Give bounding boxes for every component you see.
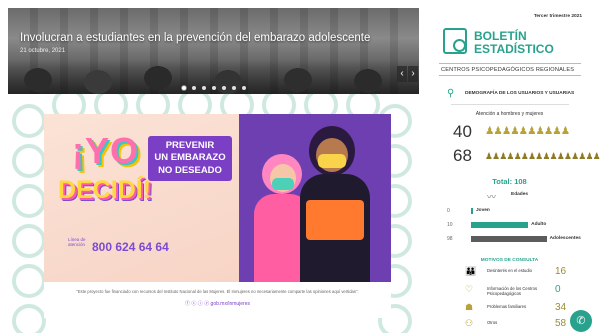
slider-dot[interactable] xyxy=(221,86,226,90)
age-bar-label: Adolescentes xyxy=(549,236,581,241)
age-bar-value: 98 xyxy=(447,236,453,242)
stats-sidebar: Tercer trimestre 2021 BOLETÍN ESTADÍSTIC… xyxy=(427,8,600,332)
age-bar xyxy=(471,208,473,214)
divider xyxy=(439,63,581,64)
age-bar-label: Adulto xyxy=(531,222,547,227)
slider-dot[interactable] xyxy=(241,86,246,90)
total-users: Total: 108 xyxy=(492,177,527,186)
bulletin-title: BOLETÍN ESTADÍSTICO xyxy=(474,30,554,55)
divider xyxy=(439,75,581,76)
men-count: 40 xyxy=(453,122,472,141)
motivo-value: 34 xyxy=(555,302,567,313)
age-bar xyxy=(471,222,529,228)
age-bar-value: 0 xyxy=(447,208,450,214)
prevenir-line-2: UN EMBARAZO xyxy=(154,152,226,164)
slider-dot[interactable] xyxy=(201,86,206,90)
motivo-row: ♡ Información de los Centros Psicopedagóg… xyxy=(427,284,592,298)
pattern-swirl xyxy=(12,104,46,138)
attention-label: Atención a hombres y mujeres xyxy=(475,111,544,117)
chat-widget-icon[interactable]: ✆ xyxy=(570,310,592,332)
motivo-row: ☗ Problemas familiares 34 xyxy=(427,302,592,316)
poster-line-label: Línea de atención xyxy=(68,237,86,247)
family-icon: ☗ xyxy=(465,302,474,312)
news-slider[interactable]: Involucran a estudiantes en la prevenció… xyxy=(8,8,419,94)
age-bar xyxy=(471,236,547,242)
slider-dot[interactable] xyxy=(191,86,196,90)
magnifier-document-icon xyxy=(443,28,467,54)
demographics-label: DEMOGRAFÍA DE LOS USUARIOS Y USUARIAS xyxy=(465,91,575,96)
ages-label: Edades xyxy=(511,192,529,197)
motivo-value: 0 xyxy=(555,284,561,295)
pattern-swirl xyxy=(12,184,46,218)
slider-dot[interactable] xyxy=(211,86,216,90)
chevron-left-icon[interactable]: ‹ xyxy=(397,66,407,82)
pattern-swirl xyxy=(12,144,46,178)
motivo-row: 👪 Desinterés en el estudio 16 xyxy=(427,266,592,280)
poster-prevenir-badge: PREVENIR UN EMBARAZO NO DESEADO xyxy=(148,136,232,182)
slider-dot[interactable] xyxy=(181,86,186,90)
motivo-value: 58 xyxy=(555,318,567,329)
girl-pink-mask xyxy=(272,178,294,190)
group-icon: 👪 xyxy=(465,266,477,276)
age-bar-row: 98 Adolescentes xyxy=(427,236,592,244)
age-bar-label: Joven xyxy=(476,208,490,213)
prevenir-line-3: NO DESEADO xyxy=(158,164,222,176)
bulletin-title-line-2: ESTADÍSTICO xyxy=(474,41,554,56)
pattern-swirl xyxy=(12,264,46,298)
age-bar-row: 10 Adulto xyxy=(427,222,592,230)
bulletin-title-line-1: BOLETÍN xyxy=(474,29,527,43)
women-count: 68 xyxy=(453,146,472,165)
heart-hand-icon: ♡ xyxy=(465,284,474,294)
people-icon: ⚇ xyxy=(465,318,474,328)
chevron-right-icon[interactable]: › xyxy=(408,66,418,82)
divider xyxy=(451,104,569,105)
main-content: Involucran a estudiantes en la prevenció… xyxy=(8,8,419,333)
pattern-swirl xyxy=(12,224,46,258)
men-icons-row: ♟♟♟♟♟♟♟♟♟♟ xyxy=(485,125,570,137)
slide-title[interactable]: Involucran a estudiantes en la prevenció… xyxy=(20,32,370,44)
user-outline-icon: ⚲ xyxy=(447,88,455,99)
report-period: Tercer trimestre 2021 xyxy=(533,14,582,19)
motivo-label: Desinterés en el estudio xyxy=(487,268,532,273)
campaign-poster[interactable]: ¡YO DECIDÍ! Línea de atención 800 624 64… xyxy=(44,114,391,282)
slider-dots xyxy=(8,86,419,90)
motivo-label: Otros xyxy=(487,320,498,325)
girl-dark-mask xyxy=(318,154,346,168)
age-bar-value: 10 xyxy=(447,222,453,228)
poster-social-links[interactable]: ⓕ ⓣ ⓘ ⓨ gob.mx/inmujeres xyxy=(44,294,391,307)
poster-footer: "Este proyecto fue financiado con recurs… xyxy=(44,282,391,318)
motivo-value: 16 xyxy=(555,266,567,277)
poster-phone: 800 624 64 64 xyxy=(92,240,169,254)
slide-date: 21 octubre, 2021 xyxy=(20,48,66,54)
pattern-swirl xyxy=(12,304,46,333)
motivos-label: MOTIVOS DE CONSULTA xyxy=(480,258,539,263)
women-icons-row: ♟♟♟♟♟♟♟♟♟♟♟♟♟♟♟♟♟ xyxy=(485,151,600,161)
girl-dark-top xyxy=(306,200,364,240)
bulletin-subtitle: CENTROS PSICOPEDAGÓGICOS REGIONALES xyxy=(441,67,575,73)
slider-dot[interactable] xyxy=(231,86,236,90)
motivo-label: Información de los Centros Psicopedagógi… xyxy=(487,286,538,296)
prevenir-line-1: PREVENIR xyxy=(165,140,215,151)
motivo-row: ⚇ Otros 58 xyxy=(427,318,592,332)
poster-yo-text: ¡YO xyxy=(72,130,140,171)
page: Involucran a estudiantes en la prevenció… xyxy=(0,0,600,333)
age-bar-row: 0 Joven xyxy=(427,208,592,216)
line-trend-icon: 〰 xyxy=(487,192,497,202)
poster-disclaimer: "Este proyecto fue financiado con recurs… xyxy=(76,289,359,294)
motivo-label: Problemas familiares xyxy=(487,304,527,309)
poster-decidi-text: DECIDÍ! xyxy=(58,176,152,204)
